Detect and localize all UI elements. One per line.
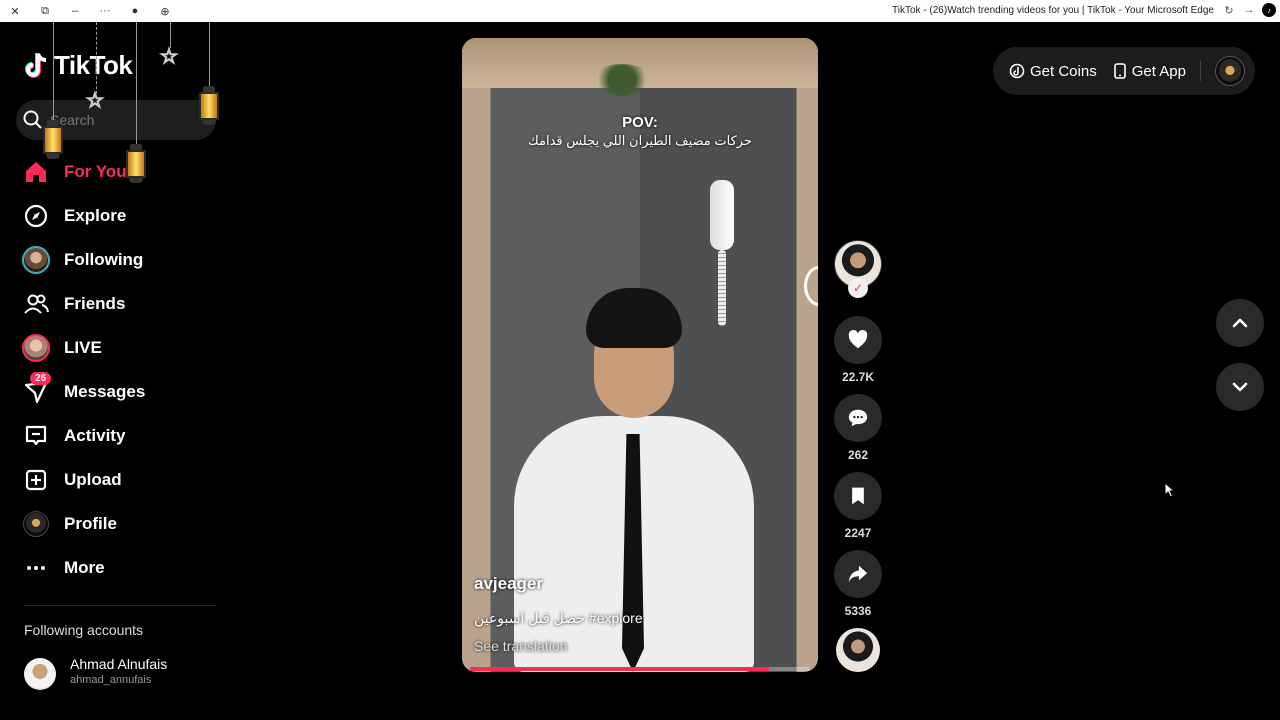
save-button[interactable] [834, 472, 882, 520]
top-right-actions: Get Coins Get App [993, 47, 1255, 95]
get-coins-button[interactable]: Get Coins [1009, 63, 1097, 80]
minimize-icon[interactable]: – [60, 0, 90, 22]
sidebar-item-label: Explore [64, 206, 127, 225]
video-progress-bar[interactable] [470, 667, 810, 671]
following-account-item[interactable]: Ahmad Alnufais ahmad_annufais [24, 656, 224, 690]
sidebar-item-for-you[interactable]: For You [0, 150, 230, 194]
divider [1199, 61, 1201, 81]
avatar [24, 658, 56, 690]
video-username[interactable]: avjeager [474, 574, 543, 594]
sidebar-item-profile[interactable]: Profile [0, 502, 230, 546]
browser-titlebar: ✕ ⧉ – ··· ● ⊕ TikTok - (26)Watch trendin… [0, 0, 1280, 22]
user-avatar[interactable] [1214, 56, 1245, 86]
follow-check-icon[interactable]: ✓ [848, 278, 868, 298]
like-button[interactable] [834, 316, 882, 364]
video-overlay-caption: POV: حركات مضيف الطيران اللي يجلس قدامك [528, 114, 752, 148]
video-progress-fill [470, 667, 770, 671]
comment-icon [848, 409, 868, 427]
sidebar-item-label: Following [64, 250, 144, 269]
sidebar-item-more[interactable]: More [0, 546, 230, 590]
restore-icon[interactable]: ⧉ [30, 0, 60, 22]
chevron-up-icon [1232, 318, 1248, 328]
tiktok-favicon-icon: ♪ [1262, 3, 1276, 17]
more-icon [22, 554, 50, 582]
live-avatar [22, 334, 50, 362]
sidebar: TikTok Search For You Explore Following [0, 22, 230, 720]
messages-badge: 26 [30, 372, 52, 385]
more-dots-icon[interactable]: ··· [90, 0, 120, 22]
next-video-button[interactable] [1216, 363, 1264, 411]
logo-text: TikTok [54, 50, 133, 80]
sidebar-item-messages[interactable]: 26 Messages [0, 370, 230, 414]
following-avatar [22, 246, 50, 274]
coin-icon [1009, 63, 1025, 79]
sidebar-item-label: Friends [64, 294, 126, 313]
previous-video-button[interactable] [1216, 299, 1264, 347]
search-icon [23, 110, 42, 129]
share-count: 5336 [844, 604, 872, 618]
heart-icon [848, 330, 868, 349]
sidebar-item-upload[interactable]: Upload [0, 458, 230, 502]
forward-icon[interactable]: → [1242, 3, 1256, 17]
zoom-icon[interactable]: ⊕ [150, 0, 180, 22]
account-name: Ahmad Alnufais [70, 656, 168, 672]
get-app-button[interactable]: Get App [1113, 63, 1186, 80]
tiktok-logo-icon [25, 52, 47, 78]
get-app-label: Get App [1131, 62, 1186, 80]
sidebar-item-label: LIVE [64, 338, 102, 357]
sidebar-item-activity[interactable]: Activity [0, 414, 230, 458]
sidebar-item-label: For You [64, 162, 127, 181]
profile-avatar [22, 510, 50, 538]
share-icon [848, 565, 868, 583]
tiktok-logo[interactable]: TikTok [24, 50, 133, 81]
sidebar-item-label: Profile [64, 514, 117, 533]
comment-count: 262 [847, 448, 869, 462]
browser-controls: ↻ → ♪ [1222, 3, 1276, 17]
upload-icon [22, 466, 50, 494]
profile-icon[interactable]: ● [120, 0, 150, 22]
get-coins-label: Get Coins [1030, 62, 1097, 80]
sidebar-item-label: More [64, 558, 105, 577]
music-disc-avatar[interactable] [836, 628, 880, 672]
comment-button[interactable] [834, 394, 882, 442]
mouse-cursor-icon [1164, 482, 1176, 498]
close-icon[interactable]: ✕ [0, 0, 30, 22]
phone-icon [1113, 63, 1126, 79]
refresh-icon[interactable]: ↻ [1222, 3, 1236, 17]
sidebar-item-label: Messages [64, 382, 146, 401]
sidebar-item-label: Upload [64, 470, 122, 489]
like-count: 22.7K [841, 370, 875, 384]
activity-icon [22, 422, 50, 450]
sidebar-item-following[interactable]: Following [0, 238, 230, 282]
sidebar-item-live[interactable]: LIVE [0, 326, 230, 370]
chevron-down-icon [1232, 382, 1248, 392]
save-count: 2247 [844, 526, 872, 540]
share-button[interactable] [834, 550, 882, 598]
sidebar-item-explore[interactable]: Explore [0, 194, 230, 238]
account-handle: ahmad_annufais [70, 674, 152, 686]
bookmark-icon [852, 487, 864, 505]
sidebar-nav: For You Explore Following Friends LIVE 2… [0, 150, 230, 590]
sidebar-item-friends[interactable]: Friends [0, 282, 230, 326]
friends-icon [22, 290, 50, 318]
browser-title: TikTok - (26)Watch trending videos for y… [892, 5, 1214, 16]
compass-icon [22, 202, 50, 230]
search-placeholder: Search [50, 112, 95, 128]
search-input[interactable]: Search [16, 100, 216, 140]
video-player[interactable]: POV: حركات مضيف الطيران اللي يجلس قدامك … [462, 38, 818, 672]
video-description: حصل قبل اسبوعين #explore [474, 610, 643, 626]
see-translation-link[interactable]: See translation [474, 638, 567, 654]
home-icon [22, 158, 50, 186]
sidebar-divider [24, 605, 216, 606]
following-accounts-title: Following accounts [24, 622, 144, 638]
sidebar-item-label: Activity [64, 426, 126, 445]
